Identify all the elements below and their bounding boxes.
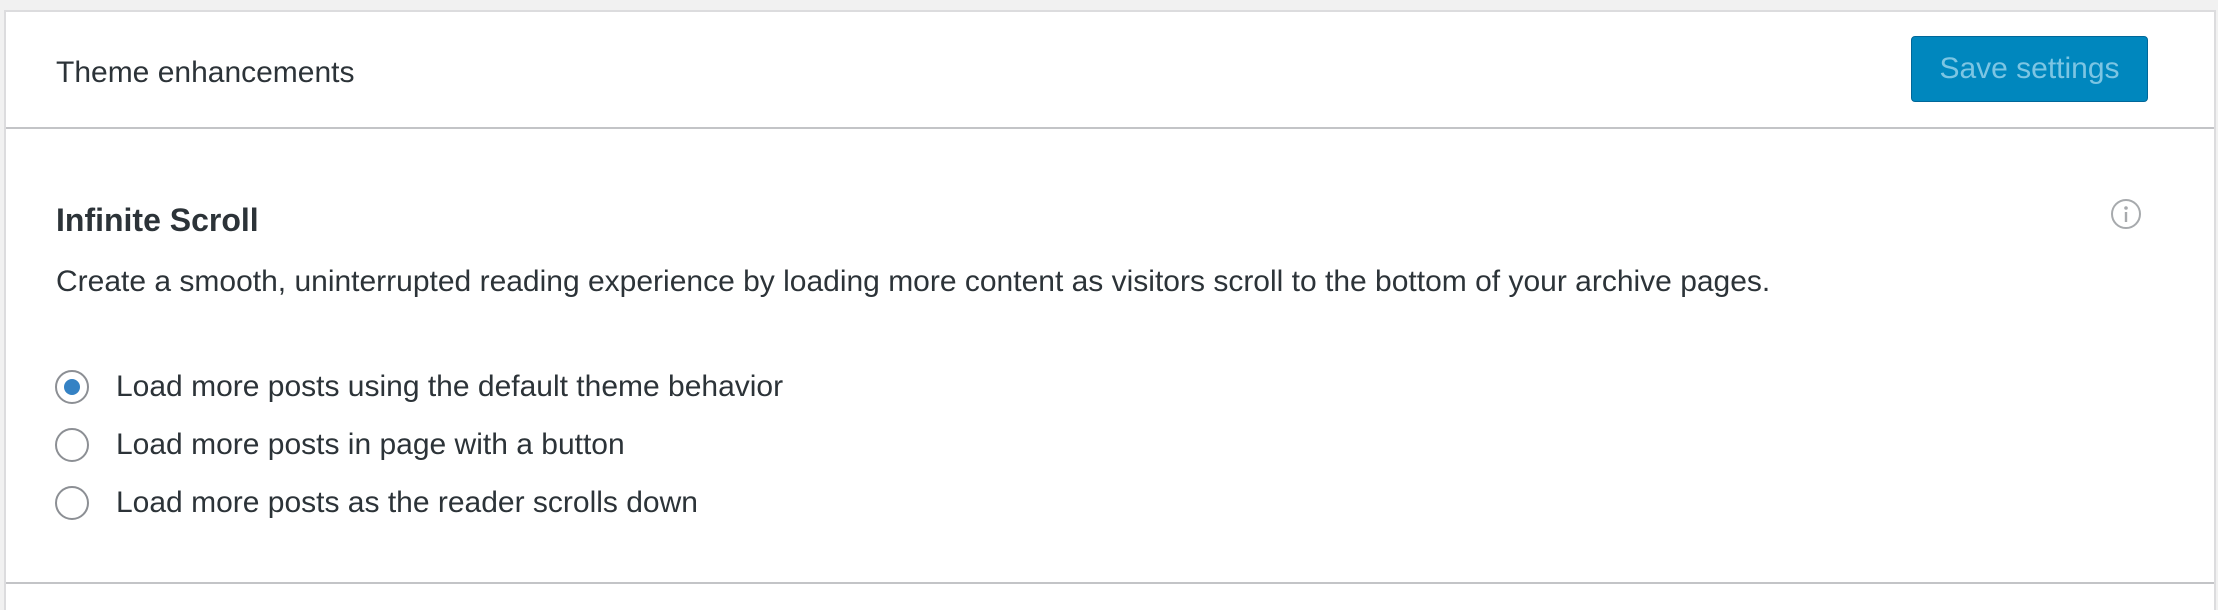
radio-option-button[interactable]: Load more posts in page with a button [55,425,625,465]
infinite-scroll-title: Infinite Scroll [56,202,259,238]
save-settings-button[interactable]: Save settings [1911,36,2148,102]
section-divider [6,582,2214,584]
radio-label-scroll[interactable]: Load more posts as the reader scrolls do… [116,486,698,520]
radio-option-scroll[interactable]: Load more posts as the reader scrolls do… [55,483,698,523]
theme-enhancements-card: Theme enhancements Save settings Infinit… [4,10,2216,610]
infinite-scroll-description: Create a smooth, uninterrupted reading e… [56,265,1771,298]
radio-button-default[interactable] [55,370,89,404]
radio-option-default[interactable]: Load more posts using the default theme … [55,367,783,407]
radio-label-default[interactable]: Load more posts using the default theme … [116,370,783,404]
info-circle-icon[interactable] [2110,198,2142,230]
card-title: Theme enhancements [56,56,355,89]
card-header: Theme enhancements Save settings [6,12,2214,129]
radio-button-button[interactable] [55,428,89,462]
radio-label-button[interactable]: Load more posts in page with a button [116,428,625,462]
radio-button-scroll[interactable] [55,486,89,520]
